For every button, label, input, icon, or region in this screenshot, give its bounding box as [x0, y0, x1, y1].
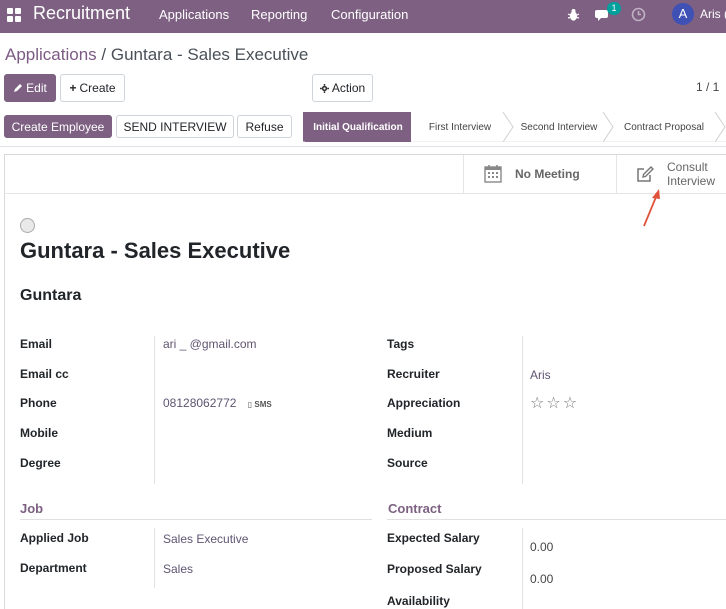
email-cc-label: Email cc	[20, 367, 69, 381]
phone-label: Phone	[20, 396, 57, 410]
meeting-smart-button[interactable]: No Meeting	[463, 155, 616, 193]
breadcrumb-applications[interactable]: Applications	[5, 45, 97, 64]
proposed-salary-value[interactable]: 0.00	[530, 572, 553, 586]
consult-label-line2: Interview	[667, 174, 716, 188]
edit-form-icon	[637, 166, 654, 182]
contract-section-title: Contract	[388, 501, 442, 516]
contract-section-line	[387, 519, 726, 520]
proposed-salary-label: Proposed Salary	[387, 562, 482, 576]
edit-label: Edit	[26, 81, 47, 95]
pencil-icon	[14, 84, 23, 92]
email-label: Email	[20, 337, 53, 351]
contract-separator	[522, 528, 523, 609]
menu-applications[interactable]: Applications	[159, 7, 229, 22]
expected-salary-label: Expected Salary	[387, 531, 480, 545]
job-section-line	[20, 519, 372, 520]
recruiter-label: Recruiter	[387, 367, 440, 381]
create-employee-button[interactable]: Create Employee	[4, 115, 112, 138]
messages-count-badge: 1	[607, 2, 621, 15]
right-column-separator	[522, 336, 523, 484]
top-navbar: Recruitment Applications Reporting Confi…	[0, 0, 726, 33]
clock-icon[interactable]	[631, 7, 646, 22]
department-value[interactable]: Sales	[163, 562, 193, 576]
menu-reporting[interactable]: Reporting	[251, 7, 307, 22]
create-button[interactable]: + Create	[60, 74, 125, 102]
app-name[interactable]: Recruitment	[33, 3, 130, 24]
medium-label: Medium	[387, 426, 433, 440]
bug-icon[interactable]	[567, 8, 580, 22]
consult-interview-button[interactable]: Consult Interview	[616, 155, 726, 193]
sms-button[interactable]: ▯ SMS	[248, 400, 272, 409]
stage-initial-qualification[interactable]: Initial Qualification	[305, 112, 411, 142]
availability-label: Availability	[387, 594, 450, 608]
left-column-separator	[154, 336, 155, 484]
consult-label-line1: Consult	[667, 160, 708, 174]
degree-label: Degree	[20, 456, 61, 470]
appreciation-stars[interactable]: ☆☆☆	[530, 393, 579, 413]
refuse-button[interactable]: Refuse	[237, 115, 292, 138]
expected-salary-value[interactable]: 0.00	[530, 540, 553, 554]
phone-number[interactable]: 08128062772	[163, 396, 236, 410]
create-label: Create	[79, 81, 116, 95]
pager-value[interactable]: 1 / 1	[696, 80, 719, 94]
user-avatar[interactable]: A	[672, 3, 694, 25]
meeting-label: No Meeting	[515, 167, 580, 181]
department-label: Department	[20, 561, 87, 575]
apps-grid-icon[interactable]	[7, 8, 21, 22]
tags-label: Tags	[387, 337, 415, 351]
stage-second-interview[interactable]: Second Interview	[510, 112, 608, 142]
breadcrumb: Applications / Guntara - Sales Executive	[5, 45, 308, 65]
action-button[interactable]: Action	[312, 74, 373, 102]
recruiter-value[interactable]: Aris	[530, 368, 551, 382]
breadcrumb-separator: /	[96, 45, 111, 64]
email-value[interactable]: ari _ @gmail.com	[163, 337, 257, 351]
gear-icon	[319, 83, 329, 93]
applicant-title: Guntara - Sales Executive	[20, 238, 291, 263]
priority-toggle[interactable]	[20, 218, 35, 233]
breadcrumb-current: Guntara - Sales Executive	[110, 45, 309, 64]
calendar-icon	[484, 165, 502, 183]
menu-configuration[interactable]: Configuration	[331, 7, 408, 22]
toolbar-divider	[0, 146, 726, 147]
mobile-label: Mobile	[20, 426, 58, 440]
applied-job-label: Applied Job	[20, 531, 89, 545]
plus-icon: +	[69, 81, 77, 95]
source-label: Source	[387, 456, 428, 470]
job-section-title: Job	[20, 501, 44, 516]
applied-job-value[interactable]: Sales Executive	[163, 532, 248, 546]
job-separator	[154, 528, 155, 588]
applicant-name: Guntara	[20, 287, 82, 304]
stage-contract-proposal[interactable]: Contract Proposal	[610, 112, 718, 142]
action-label: Action	[331, 81, 366, 95]
sms-label: SMS	[254, 400, 272, 409]
edit-button[interactable]: Edit	[4, 74, 56, 102]
send-interview-button[interactable]: SEND INTERVIEW	[116, 115, 234, 138]
user-name[interactable]: Aris (	[700, 7, 726, 21]
stage-first-interview[interactable]: First Interview	[411, 112, 509, 142]
appreciation-label: Appreciation	[387, 396, 461, 410]
phone-value[interactable]: 08128062772 ▯ SMS	[163, 396, 272, 410]
form-sheet	[4, 154, 726, 609]
